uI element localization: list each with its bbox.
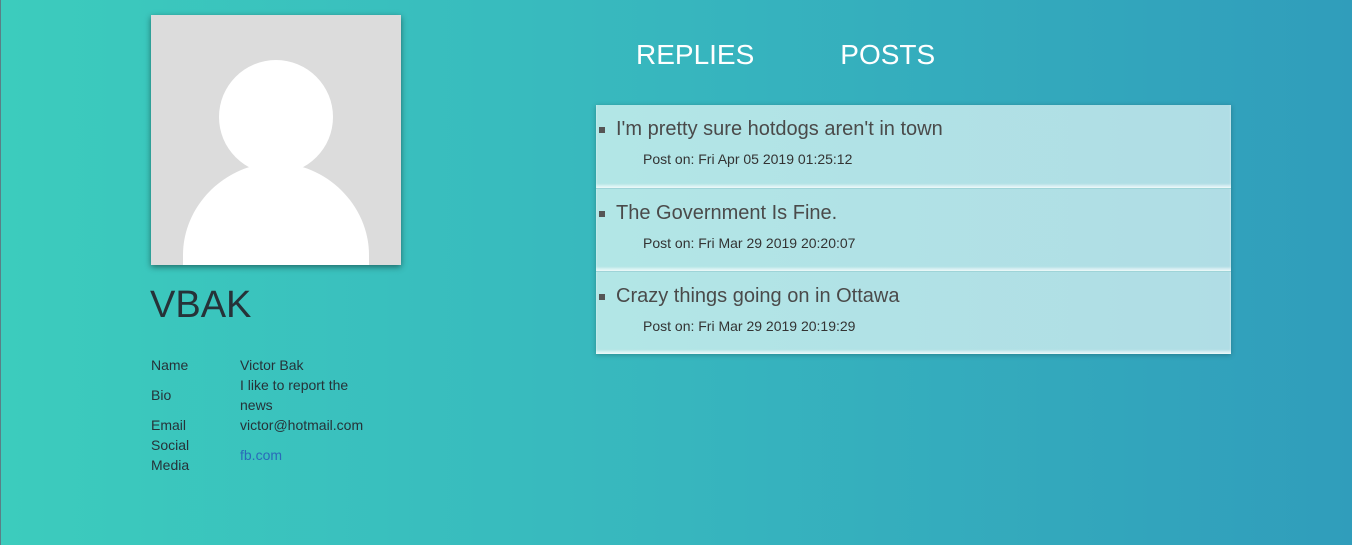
bullet-icon [599,127,605,133]
bullet-icon [599,211,605,217]
info-row-name: Name Victor Bak [151,355,370,375]
post-date: Post on: Fri Mar 29 2019 20:19:29 [643,318,856,334]
bullet-icon [599,294,605,300]
list-item[interactable]: Crazy things going on in Ottawa Post on:… [596,271,1231,354]
name-value: Victor Bak [240,357,304,373]
post-title[interactable]: The Government Is Fine. [616,202,837,225]
avatar [151,15,401,265]
social-label: Social Media [151,437,190,473]
window-left-border [0,0,1,545]
social-value-wrapper: fb.com [240,435,370,475]
bio-label: Bio [151,387,172,403]
posts-list: I'm pretty sure hotdogs aren't in town P… [596,105,1231,354]
list-item[interactable]: The Government Is Fine. Post on: Fri Mar… [596,188,1231,271]
bio-value: I like to report the news [240,377,349,413]
name-label: Name [151,357,189,373]
info-row-bio: Bio I like to report the news [151,375,370,415]
post-title[interactable]: I'm pretty sure hotdogs aren't in town [616,118,943,141]
post-date: Post on: Fri Mar 29 2019 20:20:07 [643,235,856,251]
profile-username: VBAK [150,284,252,326]
tab-posts[interactable]: POSTS [840,37,935,73]
post-date: Post on: Fri Apr 05 2019 01:25:12 [643,151,853,167]
default-user-avatar-icon [151,15,401,265]
list-item[interactable]: I'm pretty sure hotdogs aren't in town P… [596,105,1231,188]
profile-tabs: REPLIES POSTS [636,37,935,73]
email-value: victor@hotmail.com [240,417,364,433]
info-row-email: Email victor@hotmail.com [151,415,370,435]
info-row-social: Social Media fb.com [151,435,370,475]
email-label: Email [151,417,187,433]
social-media-link[interactable]: fb.com [240,445,282,465]
tab-replies[interactable]: REPLIES [636,37,754,73]
post-title[interactable]: Crazy things going on in Ottawa [616,285,900,308]
profile-info: Name Victor Bak Bio I like to report the… [151,355,370,475]
